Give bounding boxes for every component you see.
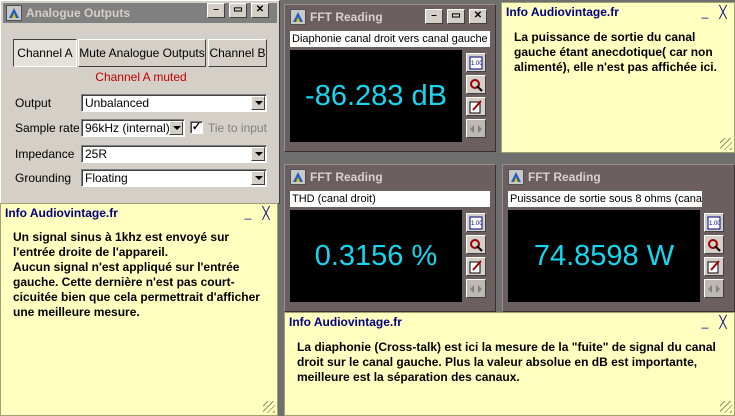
close-icon[interactable]: ╳ (716, 5, 730, 19)
chevron-down-icon[interactable] (169, 121, 183, 135)
arrows-icon[interactable] (466, 279, 486, 298)
fft-reading-power: FFT Reading Puissance de sortie sous 8 o… (502, 164, 735, 312)
info-window-output-power: Info Audiovintage.fr _ ╳ La puissance de … (501, 2, 735, 153)
grounding-label: Grounding (15, 171, 72, 185)
output-value: Unbalanced (85, 96, 150, 110)
minimize-icon[interactable]: _ (241, 206, 255, 220)
close-icon[interactable]: ✕ (469, 9, 487, 24)
chevron-down-icon[interactable] (251, 96, 265, 110)
fft-title: FFT Reading (310, 10, 383, 24)
app-icon (6, 5, 22, 21)
tie-to-input-label: Tie to input (208, 121, 267, 135)
app-icon (290, 169, 306, 185)
minimize-icon[interactable]: _ (698, 315, 712, 329)
info-paragraph: Un signal sinus à 1khz est envoyé sur l'… (13, 230, 230, 259)
fft-titlebar[interactable]: FFT Reading – ▭ ✕ (287, 7, 493, 27)
grounding-value: Floating (85, 171, 128, 185)
fft-description: THD (canal droit) (290, 191, 490, 207)
probe-icon[interactable] (466, 235, 486, 254)
fft-title: FFT Reading (310, 170, 383, 184)
analogue-outputs-titlebar[interactable]: Analogue Outputs – ▭ ✕ (3, 3, 277, 23)
svg-text:1.00: 1.00 (471, 61, 483, 67)
resize-grip-icon[interactable] (263, 401, 275, 413)
tie-to-input-checkbox[interactable]: ✓ (190, 121, 203, 134)
info-window-crosstalk: Info Audiovintage.fr _ ╳ La diaphonie (Cr… (284, 312, 735, 416)
fft-value-display: 74.8598 W (508, 210, 700, 302)
close-icon[interactable]: ╳ (716, 315, 730, 329)
close-icon[interactable]: ✕ (251, 3, 269, 18)
fft-titlebar[interactable]: FFT Reading (505, 167, 732, 187)
fft-reading-thd: FFT Reading THD (canal droit) 0.3156 % 1… (284, 164, 496, 312)
restore-icon[interactable]: ▭ (447, 9, 465, 24)
settings-icon[interactable]: 1.00 (704, 213, 724, 232)
channel-status: Channel A muted (95, 70, 187, 84)
impedance-value: 25R (85, 147, 108, 161)
grounding-select[interactable]: Floating (81, 169, 267, 187)
sample-rate-select[interactable]: 96kHz (internal) (81, 119, 185, 137)
probe-icon[interactable] (704, 235, 724, 254)
edit-icon[interactable] (466, 257, 486, 276)
info-text: La puissance de sortie du canal gauche é… (514, 30, 717, 74)
fft-value-display: -86.283 dB (290, 50, 462, 142)
probe-icon[interactable] (466, 75, 486, 94)
app-icon (508, 169, 524, 185)
info-window-test-signal: Info Audiovintage.fr _ ╳ Un signal sinus … (0, 203, 278, 416)
info-text: La diaphonie (Cross-talk) est ici la mes… (297, 340, 716, 384)
mute-analogue-outputs-button[interactable]: Mute Analogue Outputs (78, 39, 206, 67)
arrows-icon[interactable] (704, 279, 724, 298)
output-label: Output (15, 96, 52, 110)
analogue-outputs-title: Analogue Outputs (26, 6, 130, 20)
minimize-icon[interactable]: _ (698, 5, 712, 19)
impedance-label: Impedance (15, 147, 75, 161)
chevron-down-icon[interactable] (251, 147, 265, 161)
restore-icon[interactable]: ▭ (229, 3, 247, 18)
tab-channel-b[interactable]: Channel B (208, 39, 267, 67)
sample-rate-label: Sample rate (15, 121, 80, 135)
close-icon[interactable]: ╳ (259, 206, 273, 220)
info-title: Info Audiovintage.fr (289, 315, 402, 329)
fft-title: FFT Reading (528, 170, 601, 184)
resize-grip-icon[interactable] (720, 138, 732, 150)
impedance-select[interactable]: 25R (81, 145, 267, 163)
output-select[interactable]: Unbalanced (81, 94, 267, 112)
info-title: Info Audiovintage.fr (506, 5, 619, 19)
arrows-icon[interactable] (466, 119, 486, 138)
analogue-outputs-window: Analogue Outputs – ▭ ✕ Channel A Mute An… (0, 0, 280, 204)
minimize-icon[interactable]: – (425, 9, 443, 24)
settings-icon[interactable]: 1.00 (466, 53, 486, 72)
info-title: Info Audiovintage.fr (5, 206, 118, 220)
info-paragraph: Aucun signal n'est appliqué sur l'entrée… (13, 260, 260, 319)
fft-reading-crosstalk: FFT Reading – ▭ ✕ Diaphonie canal droit … (284, 4, 496, 152)
fft-value-display: 0.3156 % (290, 210, 462, 302)
fft-titlebar[interactable]: FFT Reading (287, 167, 493, 187)
minimize-icon[interactable]: – (207, 3, 225, 18)
resize-grip-icon[interactable] (720, 401, 732, 413)
tab-channel-a[interactable]: Channel A (13, 39, 77, 67)
svg-text:1.00: 1.00 (471, 221, 483, 227)
sample-rate-value: 96kHz (internal) (85, 121, 170, 135)
svg-text:1.00: 1.00 (709, 221, 721, 227)
fft-description: Diaphonie canal droit vers canal gauche (290, 31, 490, 47)
chevron-down-icon[interactable] (251, 171, 265, 185)
edit-icon[interactable] (704, 257, 724, 276)
settings-icon[interactable]: 1.00 (466, 213, 486, 232)
edit-icon[interactable] (466, 97, 486, 116)
fft-description: Puissance de sortie sous 8 ohms (canal d… (508, 191, 702, 207)
app-icon (290, 9, 306, 25)
